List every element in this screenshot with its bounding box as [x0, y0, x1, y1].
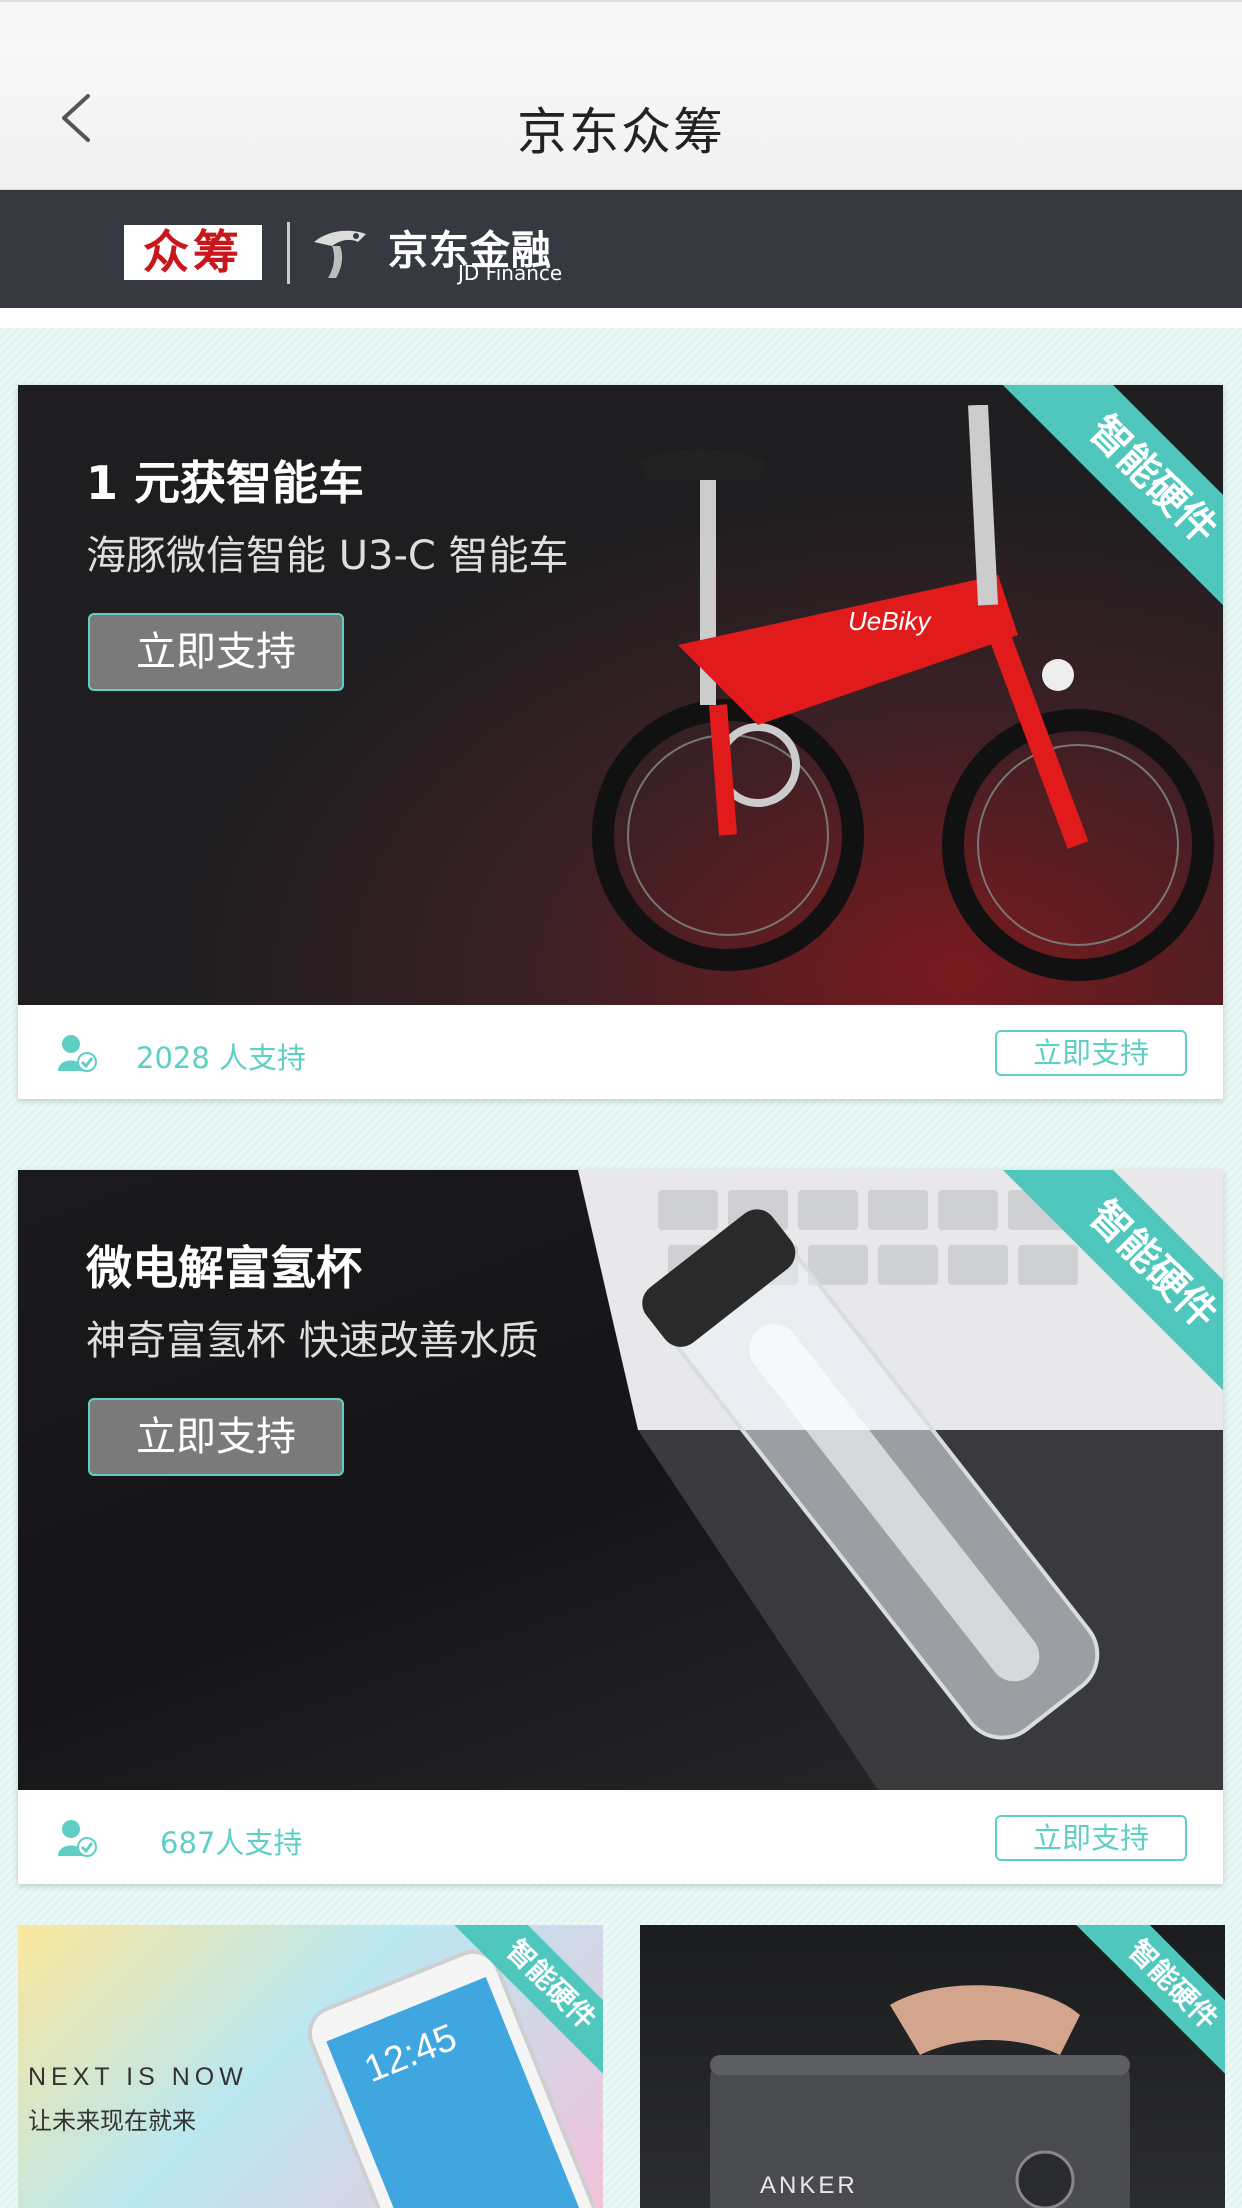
project-subline: 海豚微信智能 U3-C 智能车 — [86, 533, 569, 579]
brand-banner: 众筹 京东金融 JD Finance — [0, 190, 1242, 308]
project-card-phone[interactable]: 12:45 NEXT IS NOW 让未来现在就来 智能硬件 — [18, 1925, 603, 2208]
project-image-bike[interactable]: UeBiky 1 元获智能车 海豚微信智能 U3-C 智能车 立即支持 智能硬件 — [18, 385, 1223, 1005]
category-ribbon: 智能硬件 — [1055, 1925, 1225, 2095]
category-ribbon: 智能硬件 — [963, 1170, 1223, 1430]
tagline-cn: 让未来现在就来 — [28, 2107, 196, 2135]
bike-brand-text: UeBiky — [848, 606, 932, 636]
jd-dog-logo-icon — [314, 230, 366, 278]
brand-divider — [287, 222, 290, 284]
project-headline: 微电解富氢杯 — [86, 1241, 362, 1295]
category-ribbon: 智能硬件 — [433, 1925, 603, 2095]
project-card-cup[interactable]: 微电解富氢杯 神奇富氢杯 快速改善水质 立即支持 智能硬件 687人支持 立即支… — [18, 1170, 1223, 1884]
navigation-bar: 京东众筹 — [0, 40, 1242, 190]
project-footer: 687人支持 立即支持 — [18, 1790, 1223, 1884]
project-card-powerbank[interactable]: ANKER 智能硬件 — [640, 1925, 1225, 2208]
page-title: 京东众筹 — [517, 103, 725, 161]
jd-finance-en-label: JD Finance — [458, 261, 563, 285]
project-card-bike[interactable]: UeBiky 1 元获智能车 海豚微信智能 U3-C 智能车 立即支持 智能硬件… — [18, 385, 1223, 1099]
project-subline: 神奇富氢杯 快速改善水质 — [86, 1318, 539, 1364]
powerbank-brand: ANKER — [760, 2172, 858, 2199]
support-count: 687人支持 — [160, 1826, 303, 1860]
hero-support-button[interactable]: 立即支持 — [88, 1398, 344, 1476]
banner-gap — [0, 308, 1242, 328]
zhongchou-logo: 众筹 — [124, 225, 262, 280]
support-button[interactable]: 立即支持 — [995, 1815, 1187, 1861]
project-footer: 2028 人支持 立即支持 — [18, 1005, 1223, 1099]
hero-support-button[interactable]: 立即支持 — [88, 613, 344, 691]
project-image-cup[interactable]: 微电解富氢杯 神奇富氢杯 快速改善水质 立即支持 智能硬件 — [18, 1170, 1223, 1790]
tagline-en: NEXT IS NOW — [28, 2063, 248, 2091]
supporters-icon — [58, 1035, 97, 1072]
status-bar — [0, 0, 1242, 40]
support-count: 2028 人支持 — [136, 1041, 307, 1075]
category-ribbon: 智能硬件 — [963, 385, 1223, 645]
support-button[interactable]: 立即支持 — [995, 1030, 1187, 1076]
supporters-icon — [58, 1820, 97, 1857]
project-headline: 1 元获智能车 — [86, 456, 365, 510]
